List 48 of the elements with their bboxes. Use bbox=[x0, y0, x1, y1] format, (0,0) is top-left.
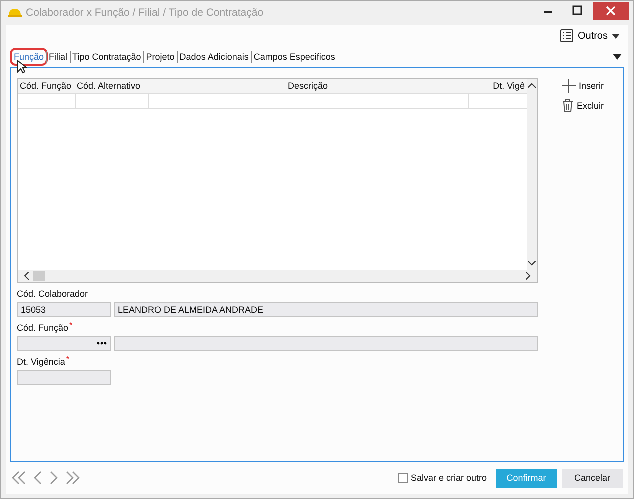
tab[interactable]: Campos Especificos bbox=[252, 50, 338, 64]
trash-icon bbox=[562, 99, 574, 113]
next-icon[interactable] bbox=[49, 471, 59, 485]
checkbox[interactable] bbox=[398, 473, 408, 483]
vertical-scrollbar[interactable] bbox=[527, 79, 537, 270]
field-label: Cód. Colaborador bbox=[17, 289, 88, 299]
more-icon[interactable] bbox=[97, 342, 107, 345]
column-header[interactable]: Cód. Alternativo bbox=[75, 79, 147, 93]
helmet-icon bbox=[8, 8, 22, 18]
list-icon bbox=[560, 29, 574, 43]
others-menu-button[interactable]: Outros bbox=[560, 29, 620, 43]
plus-icon bbox=[562, 79, 576, 93]
scroll-up-icon[interactable] bbox=[528, 83, 536, 88]
field-value: 15053 bbox=[21, 304, 46, 314]
tab[interactable]: Função bbox=[12, 50, 46, 64]
column-header[interactable]: Cód. Função bbox=[18, 79, 75, 93]
description-field: LEANDRO DE ALMEIDA ANDRADE bbox=[114, 302, 538, 317]
first-record-icon[interactable] bbox=[11, 471, 27, 485]
input-field[interactable]: 15053 bbox=[17, 302, 111, 317]
scroll-thumb[interactable] bbox=[33, 271, 45, 281]
last-record-icon[interactable] bbox=[65, 471, 81, 485]
column-header[interactable]: Dt. Vigê bbox=[469, 79, 527, 93]
required-mark: * bbox=[70, 323, 73, 329]
delete-button[interactable]: Excluir bbox=[562, 99, 604, 113]
mouse-cursor-icon bbox=[17, 60, 27, 74]
field-label: Cód. Função bbox=[17, 323, 69, 333]
required-mark: * bbox=[66, 357, 70, 363]
caret-icon[interactable] bbox=[613, 54, 622, 60]
tab[interactable]: Dados Adicionais bbox=[178, 50, 251, 64]
close-button[interactable] bbox=[593, 2, 629, 20]
close-icon bbox=[606, 6, 616, 16]
field-label: Dt. Vigência bbox=[17, 357, 66, 367]
scroll-right-icon[interactable] bbox=[526, 272, 531, 280]
column-header[interactable]: Descrição bbox=[147, 79, 469, 93]
scroll-left-icon[interactable] bbox=[24, 272, 29, 280]
input-field[interactable] bbox=[17, 370, 111, 385]
tab[interactable]: Projeto bbox=[144, 50, 177, 64]
horizontal-scrollbar[interactable] bbox=[18, 270, 537, 282]
tab[interactable]: Filial bbox=[47, 50, 70, 64]
checkbox-label[interactable]: Salvar e criar outro bbox=[410, 473, 487, 483]
tab[interactable]: Tipo Contratação bbox=[70, 50, 144, 64]
caret-icon bbox=[612, 34, 620, 38]
scroll-down-icon[interactable] bbox=[528, 261, 536, 266]
window-title: Colaborador x Função / Filial / Tipo de Contratação bbox=[26, 7, 265, 19]
input-field[interactable] bbox=[17, 336, 111, 351]
previous-icon[interactable] bbox=[33, 471, 43, 485]
insert-button[interactable]: Inserir bbox=[562, 79, 604, 93]
cancel-button[interactable]: Cancelar bbox=[562, 468, 623, 488]
